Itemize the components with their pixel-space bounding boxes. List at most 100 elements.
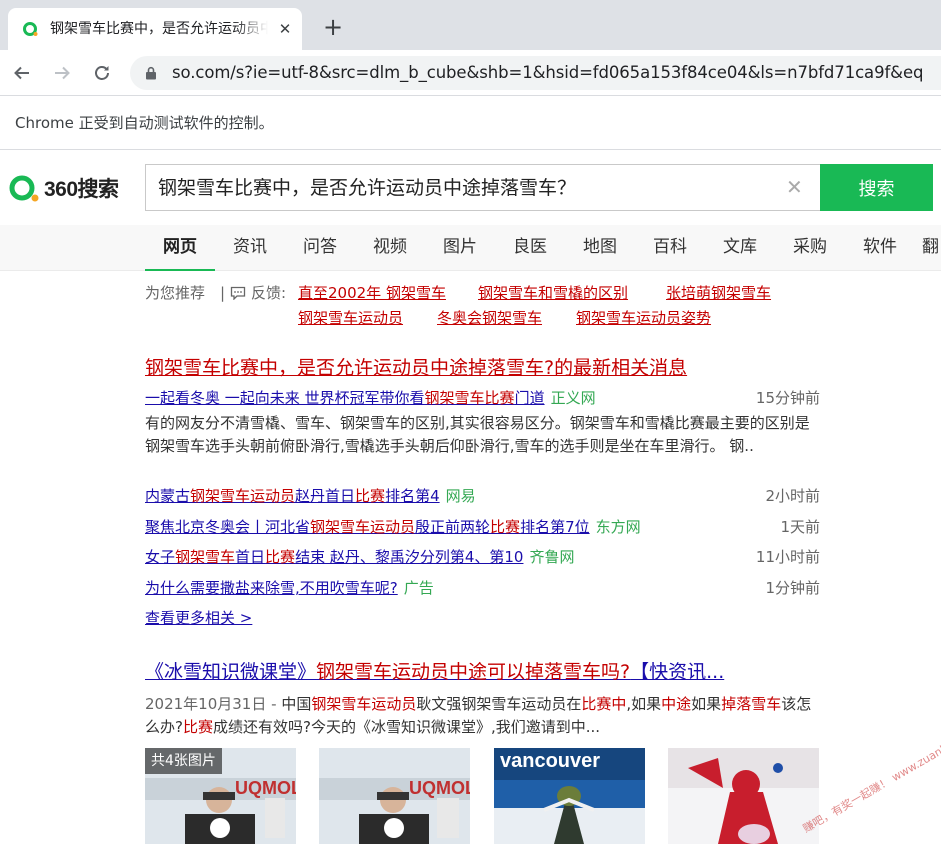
recommend-label: 为您推荐 [145, 284, 206, 302]
forward-button[interactable] [49, 60, 75, 86]
vertical-tabs: 网页 资讯 问答 视频 图片 良医 地图 百科 文库 采购 软件 翻 [0, 225, 941, 271]
snippet-part: 耿文强钢架雪车运动员在 [416, 695, 582, 713]
result-snippet: 2021年10月31日 - 中国钢架雪车运动员耿文强钢架雪车运动员在比赛中,如果… [145, 693, 820, 739]
more-related-link[interactable]: 查看更多相关 > [145, 607, 252, 629]
snippet-highlight: 掉落雪车 [721, 695, 782, 713]
360-logo-icon [9, 175, 39, 202]
news-time: 2小时前 [765, 487, 820, 505]
tab-purchase[interactable]: 采购 [782, 225, 838, 271]
arrow-right-icon [55, 66, 70, 80]
tab-news[interactable]: 资讯 [222, 225, 278, 271]
ad-link[interactable]: 为什么需要撒盐来除雪,不用吹雪车呢? [145, 579, 398, 597]
site-logo[interactable]: 360搜索 [8, 173, 119, 203]
automation-infobar: Chrome 正受到自动测试软件的控制。 [0, 97, 941, 150]
tab-translate[interactable]: 翻 [922, 225, 941, 271]
result-title-link[interactable]: 《冰雪知识微课堂》钢架雪车运动员中途可以掉落雪车吗?【快资讯... [145, 659, 724, 685]
recommend-link[interactable]: 钢架雪车运动员 [298, 308, 403, 328]
tab-close-icon[interactable]: ✕ [276, 20, 294, 38]
recommend-link[interactable]: 钢架雪车运动员姿势 [576, 308, 711, 328]
news-title-part: 门道 [514, 389, 545, 407]
image-count-badge: 共4张图片 [145, 748, 222, 774]
news-title-part: 聚焦北京冬奥会丨河北省 [145, 518, 311, 536]
news-title-part: 排名第7位 [520, 518, 590, 536]
back-button[interactable] [9, 60, 35, 86]
tab-video[interactable]: 视频 [362, 225, 418, 271]
recommend-link[interactable]: 直至2002年 钢架雪车 [298, 283, 446, 303]
news-title-highlight: 钢架雪车运动员 [310, 518, 416, 536]
search-button[interactable]: 搜索 [820, 164, 933, 211]
news-title-part: 首日 [235, 548, 266, 566]
news-title-highlight: 钢架雪车运动员 [190, 487, 296, 505]
logo-text: 360搜索 [44, 178, 119, 201]
svg-text:UQMOLY: UQMOLY [235, 778, 296, 798]
tab-qa[interactable]: 问答 [292, 225, 348, 271]
new-tab-button[interactable]: + [320, 14, 346, 40]
arrow-left-icon [14, 66, 29, 80]
tab-map[interactable]: 地图 [572, 225, 628, 271]
tab-images[interactable]: 图片 [432, 225, 488, 271]
news-source: 东方网 [595, 518, 641, 536]
snippet-highlight: 比赛 [182, 718, 213, 736]
tab-wenku[interactable]: 文库 [712, 225, 768, 271]
news-item: 聚焦北京冬奥会丨河北省钢架雪车运动员殷正前两轮比赛排名第7位 东方网 1天前 [145, 516, 820, 538]
news-item: 一起看冬奥 一起向未来 世界杯冠军带你看钢架雪车比赛门道 正义网 15分钟前 [145, 387, 820, 409]
result-title-part: 【快资讯... [630, 661, 725, 683]
result-thumbnail[interactable]: vancouver [494, 748, 645, 844]
news-title-part: 结束 赵丹、黎禹汐分列第4、第10 [295, 548, 524, 566]
news-source: 网易 [445, 487, 476, 505]
search-box[interactable]: 钢架雪车比赛中，是否允许运动员中途掉落雪车？ ✕ [145, 164, 821, 211]
news-item-link[interactable]: 聚焦北京冬奥会丨河北省钢架雪车运动员殷正前两轮比赛排名第7位 [145, 518, 590, 536]
news-block-title[interactable]: 钢架雪车比赛中，是否允许运动员中途掉落雪车?的最新相关消息 [145, 355, 687, 381]
tab-doctor[interactable]: 良医 [502, 225, 558, 271]
result-title-highlight: 钢架雪车运动员中途可以掉落雪车吗? [316, 661, 631, 683]
tab-baike[interactable]: 百科 [642, 225, 698, 271]
news-title-part: 殷正前两轮 [415, 518, 491, 536]
news-title-part: 排名第4 [385, 487, 440, 505]
feedback-icon[interactable] [230, 286, 246, 300]
snippet-highlight: 钢架雪车运动员 [311, 695, 417, 713]
news-item: 女子钢架雪车首日比赛结束 赵丹、黎禹汐分列第4、第10 齐鲁网 11小时前 [145, 546, 820, 568]
watermark: 赚吧，有奖一起赚！ www.zuanke8.com [800, 721, 941, 836]
news-item-link[interactable]: 内蒙古钢架雪车运动员赵丹首日比赛排名第4 [145, 487, 440, 505]
news-time: 15分钟前 [755, 389, 820, 407]
result-thumbnail[interactable]: UQMOLY 共4张图片 [145, 748, 296, 844]
lock-icon [146, 66, 156, 80]
reload-button[interactable] [89, 60, 115, 86]
recommend-link[interactable]: 冬奥会钢架雪车 [437, 308, 542, 328]
infobar-text: Chrome 正受到自动测试软件的控制。 [15, 114, 274, 132]
news-title-part: 内蒙古 [145, 487, 191, 505]
feedback-link[interactable]: 反馈: [251, 283, 286, 303]
result-thumbnail[interactable] [668, 748, 819, 844]
svg-text:UQMOLY: UQMOLY [409, 778, 470, 798]
search-input[interactable]: 钢架雪车比赛中，是否允许运动员中途掉落雪车？ [158, 176, 576, 200]
recommend-link[interactable]: 钢架雪车和雪橇的区别 [478, 283, 628, 303]
tab-web[interactable]: 网页 [145, 225, 215, 271]
athlete-photo-icon [668, 748, 819, 844]
news-item-link[interactable]: 女子钢架雪车首日比赛结束 赵丹、黎禹汐分列第4、第10 [145, 548, 523, 566]
reload-icon [95, 66, 109, 80]
news-title-part: 赵丹首日 [295, 487, 356, 505]
address-bar[interactable]: so.com/s?ie=utf-8&src=dlm_b_cube&shb=1&h… [130, 56, 941, 90]
news-title-part: 女子 [145, 548, 176, 566]
snippet-part: ,如果 [626, 695, 662, 713]
snippet-highlight: 比赛中 [581, 695, 627, 713]
tab-software[interactable]: 软件 [852, 225, 908, 271]
result-date: 2021年10月31日 [145, 695, 267, 713]
snippet-part: 成绩还有效吗?今天的《冰雪知识微课堂》,我们邀请到中... [212, 718, 601, 736]
news-snippet: 有的网友分不清雪橇、雪车、钢架雪车的区别,其实很容易区分。钢架雪车和雪橇比赛最主… [145, 414, 810, 455]
360-favicon-icon [23, 22, 38, 36]
recommend-link[interactable]: 张培萌钢架雪车 [666, 283, 771, 303]
recommend-separator: | [220, 284, 226, 302]
news-item-link[interactable]: 一起看冬奥 一起向未来 世界杯冠军带你看钢架雪车比赛门道 [145, 389, 545, 407]
browser-tab[interactable]: 钢架雪车比赛中，是否允许运动员中途掉落雪车？ - 360搜索 ✕ [8, 8, 302, 50]
snippet-part: 中国 [281, 695, 312, 713]
news-title-highlight: 比赛 [490, 518, 521, 536]
result-dash: - [266, 695, 282, 713]
clear-icon[interactable]: ✕ [786, 175, 803, 199]
athlete-photo-icon: UQMOLY [319, 748, 470, 844]
ad-label: 广告 [403, 579, 434, 597]
browser-toolbar: so.com/s?ie=utf-8&src=dlm_b_cube&shb=1&h… [0, 50, 941, 96]
snippet-highlight: 中途 [661, 695, 692, 713]
result-thumbnail[interactable]: UQMOLY [319, 748, 470, 844]
news-title-highlight: 比赛 [265, 548, 296, 566]
